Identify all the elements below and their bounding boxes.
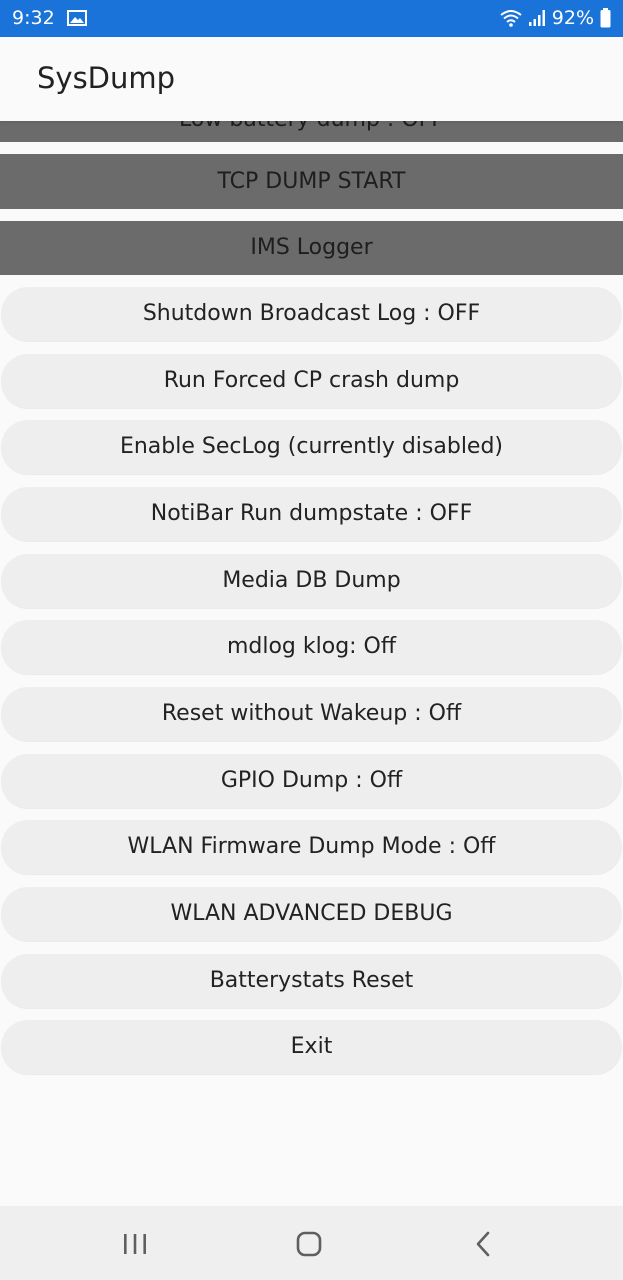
wlan-firmware-dump-mode-button[interactable]: WLAN Firmware Dump Mode : Off (1, 820, 622, 874)
app-bar: SysDump (0, 37, 623, 121)
signal-icon (528, 10, 545, 26)
gpio-dump-button[interactable]: GPIO Dump : Off (1, 754, 622, 808)
wlan-advanced-debug-button[interactable]: WLAN ADVANCED DEBUG (1, 887, 622, 941)
photo-icon (67, 10, 87, 26)
status-icons: 92% (500, 7, 611, 29)
ims-logger-button[interactable]: IMS Logger (0, 221, 623, 275)
batterystats-reset-button[interactable]: Batterystats Reset (1, 954, 622, 1008)
recent-apps-icon[interactable] (115, 1224, 155, 1264)
home-icon[interactable] (289, 1224, 329, 1264)
mdlog-klog-button[interactable]: mdlog klog: Off (1, 620, 622, 674)
tcp-dump-start-button[interactable]: TCP DUMP START (0, 154, 623, 209)
run-forced-cp-crash-dump-button[interactable]: Run Forced CP crash dump (1, 354, 622, 408)
notibar-run-dumpstate-button[interactable]: NotiBar Run dumpstate : OFF (1, 487, 622, 541)
battery-icon (600, 8, 611, 28)
reset-without-wakeup-button[interactable]: Reset without Wakeup : Off (1, 687, 622, 741)
navigation-bar (0, 1206, 623, 1280)
button-list[interactable]: Low battery dump : OFF TCP DUMP START IM… (0, 121, 623, 1206)
back-icon[interactable] (463, 1224, 503, 1264)
status-time: 9:32 (12, 7, 55, 29)
enable-seclog-button[interactable]: Enable SecLog (currently disabled) (1, 420, 622, 474)
battery-percent: 92% (551, 7, 594, 29)
exit-button[interactable]: Exit (1, 1020, 622, 1074)
shutdown-broadcast-log-button[interactable]: Shutdown Broadcast Log : OFF (1, 287, 622, 341)
status-bar: 9:32 92% (0, 0, 623, 37)
app-title: SysDump (37, 61, 176, 95)
media-db-dump-button[interactable]: Media DB Dump (1, 554, 622, 608)
wifi-icon (500, 10, 522, 27)
low-battery-dump-button[interactable]: Low battery dump : OFF (0, 121, 623, 142)
